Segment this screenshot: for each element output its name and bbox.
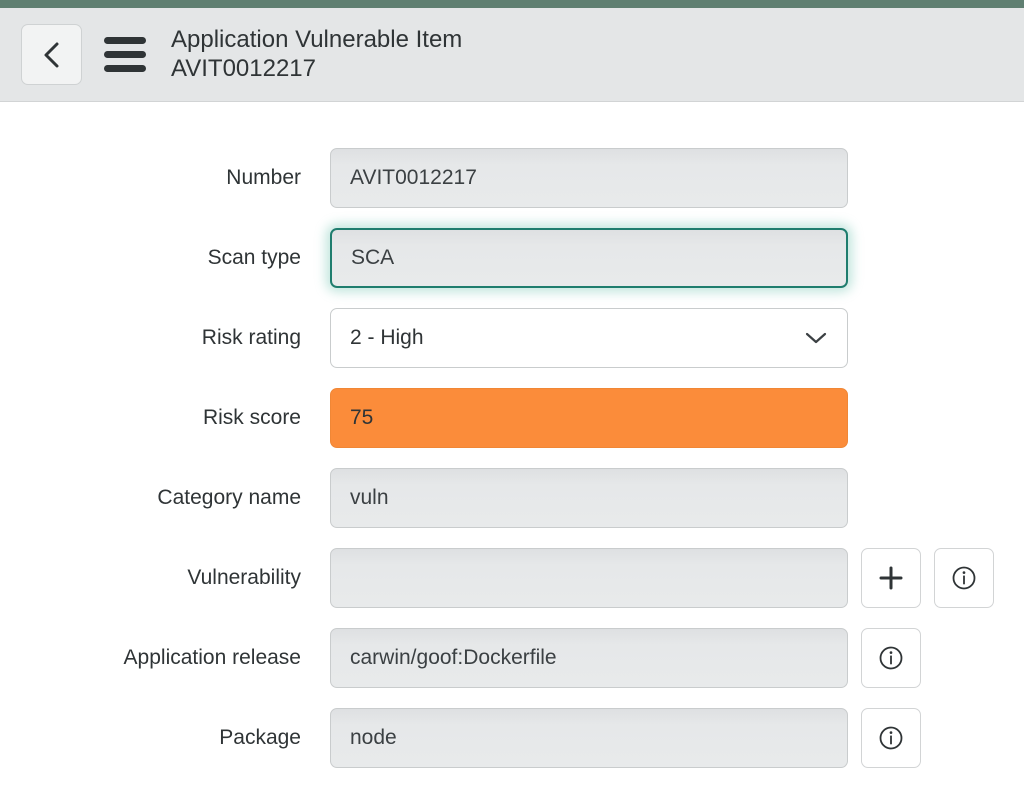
- input-number[interactable]: AVIT0012217: [330, 148, 848, 208]
- form-row-vulnerability: Vulnerability: [0, 548, 1024, 608]
- field-wrap-category-name: vuln: [330, 468, 848, 528]
- field-wrap-vulnerability: [330, 548, 994, 608]
- application-release-info-button[interactable]: [861, 628, 921, 688]
- menu-line-2: [104, 51, 146, 58]
- page-title: Application Vulnerable Item: [171, 26, 462, 54]
- record-form: Number AVIT0012217 Scan type SCA Risk rating…: [0, 102, 1024, 768]
- field-wrap-number: AVIT0012217: [330, 148, 848, 208]
- field-label-risk-score: Risk score: [0, 406, 301, 430]
- field-label-number: Number: [0, 166, 301, 190]
- field-label-vulnerability: Vulnerability: [0, 566, 301, 590]
- form-row-category-name: Category name vuln: [0, 468, 1024, 528]
- hamburger-menu-icon[interactable]: [104, 33, 146, 77]
- app-header: Application Vulnerable Item AVIT0012217: [0, 8, 1024, 102]
- field-wrap-scan-type: SCA: [330, 228, 848, 288]
- menu-line-1: [104, 37, 146, 44]
- info-icon: [950, 564, 978, 592]
- chevron-down-icon: [804, 330, 828, 346]
- form-row-scan-type: Scan type SCA: [0, 228, 1024, 288]
- input-scan-type[interactable]: SCA: [330, 228, 848, 288]
- form-row-package: Package node: [0, 708, 1024, 768]
- field-label-package: Package: [0, 726, 301, 750]
- info-icon: [877, 724, 905, 752]
- info-icon: [877, 644, 905, 672]
- input-application-release[interactable]: carwin/goof:Dockerfile: [330, 628, 848, 688]
- add-vulnerability-button[interactable]: [861, 548, 921, 608]
- field-wrap-package: node: [330, 708, 921, 768]
- input-vulnerability[interactable]: [330, 548, 848, 608]
- back-button[interactable]: [21, 24, 82, 85]
- field-wrap-application-release: carwin/goof:Dockerfile: [330, 628, 921, 688]
- menu-line-3: [104, 65, 146, 72]
- record-number: AVIT0012217: [171, 55, 462, 83]
- package-info-button[interactable]: [861, 708, 921, 768]
- form-row-number: Number AVIT0012217: [0, 148, 1024, 208]
- input-risk-score[interactable]: 75: [330, 388, 848, 448]
- field-wrap-risk-rating: 2 - High: [330, 308, 848, 368]
- select-risk-rating[interactable]: 2 - High: [330, 308, 848, 368]
- form-row-risk-rating: Risk rating 2 - High: [0, 308, 1024, 368]
- top-accent-bar: [0, 0, 1024, 8]
- chevron-left-icon: [39, 40, 65, 70]
- input-category-name[interactable]: vuln: [330, 468, 848, 528]
- field-label-risk-rating: Risk rating: [0, 326, 301, 350]
- field-wrap-risk-score: 75: [330, 388, 848, 448]
- vulnerability-info-button[interactable]: [934, 548, 994, 608]
- header-titles: Application Vulnerable Item AVIT0012217: [171, 26, 462, 83]
- field-label-category-name: Category name: [0, 486, 301, 510]
- field-label-scan-type: Scan type: [0, 246, 301, 270]
- form-row-application-release: Application release carwin/goof:Dockerfil…: [0, 628, 1024, 688]
- input-package[interactable]: node: [330, 708, 848, 768]
- form-row-risk-score: Risk score 75: [0, 388, 1024, 448]
- field-label-application-release: Application release: [0, 646, 301, 670]
- plus-icon: [876, 563, 906, 593]
- select-value-risk-rating: 2 - High: [350, 326, 424, 350]
